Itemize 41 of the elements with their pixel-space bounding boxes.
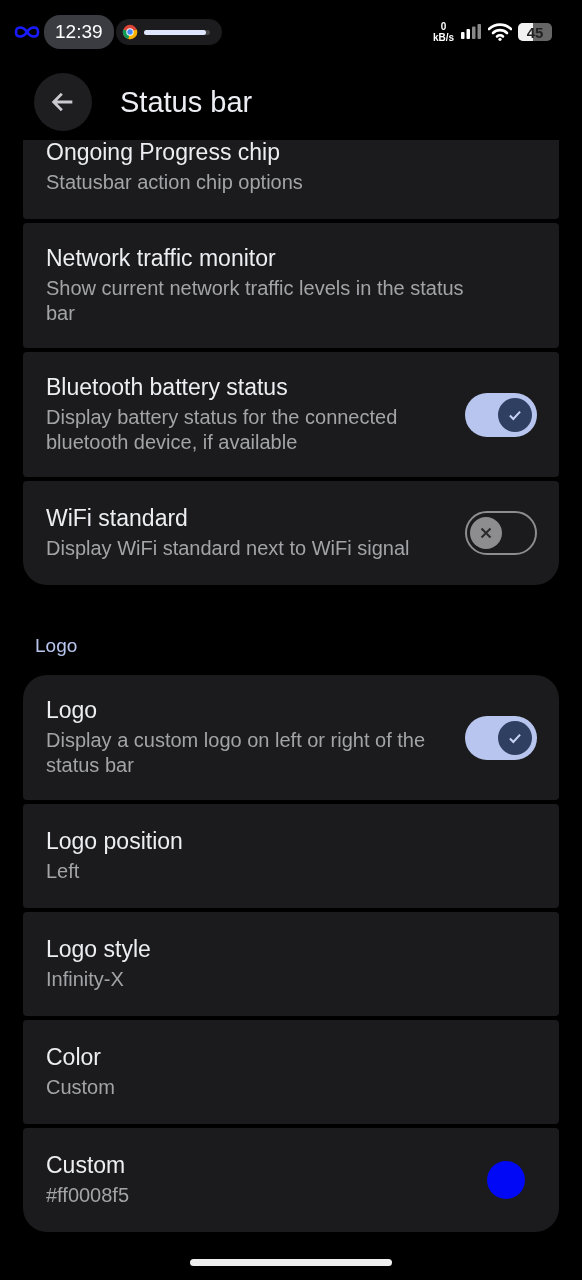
color-swatch[interactable] bbox=[487, 1161, 525, 1199]
setting-row[interactable]: Color Custom bbox=[23, 1020, 559, 1124]
section-heading: Logo bbox=[34, 634, 79, 658]
setting-summary: Custom bbox=[46, 1075, 116, 1100]
setting-title: Custom bbox=[46, 1152, 127, 1179]
progress-chip[interactable] bbox=[115, 19, 222, 45]
net-speed-value: 0 bbox=[440, 21, 447, 32]
setting-summary: Statusbar action chip options bbox=[46, 170, 304, 195]
setting-summary: #ff0008f5 bbox=[46, 1183, 131, 1208]
toggle-switch[interactable] bbox=[465, 392, 537, 437]
wifi-icon bbox=[488, 23, 512, 41]
toggle-switch[interactable] bbox=[465, 511, 537, 555]
setting-row[interactable]: Logo style Infinity-X bbox=[23, 912, 559, 1016]
setting-row[interactable]: Logo Display a custom logo on left or right of the status bar bbox=[23, 675, 559, 800]
browser-icon bbox=[121, 24, 138, 40]
setting-row[interactable]: Custom #ff0008f5 bbox=[23, 1128, 559, 1232]
setting-row[interactable]: Bluetooth battery status Display battery status for the connected bluetooth device, if available bbox=[23, 352, 559, 477]
setting-summary: Display a custom logo on left or right of the status bar bbox=[46, 728, 427, 778]
setting-title: Color bbox=[46, 1044, 102, 1071]
setting-row[interactable]: Network traffic monitor Show current network traffic levels in the status bar bbox=[23, 223, 559, 348]
setting-title: Logo position bbox=[46, 828, 184, 855]
setting-summary: Display battery status for the connected bluetooth device, if available bbox=[46, 405, 399, 455]
setting-title: Logo style bbox=[46, 936, 152, 963]
setting-summary: Display WiFi standard next to WiFi signal bbox=[46, 536, 411, 561]
setting-title: WiFi standard bbox=[46, 505, 189, 532]
setting-row[interactable]: WiFi standard Display WiFi standard next to WiFi signal bbox=[23, 481, 559, 585]
setting-summary: Left bbox=[46, 859, 81, 884]
setting-title: Network traffic monitor bbox=[46, 245, 277, 272]
setting-title: Ongoing Progress chip bbox=[46, 140, 281, 166]
setting-summary: Show current network traffic levels in the status bar bbox=[46, 276, 465, 326]
signal-icon bbox=[460, 24, 482, 40]
clock: 12:39 bbox=[44, 15, 114, 49]
setting-title: Bluetooth battery status bbox=[46, 374, 289, 401]
infinity-icon bbox=[12, 25, 42, 39]
setting-row[interactable]: Ongoing Progress chip Statusbar action chip options bbox=[23, 140, 559, 219]
setting-summary: Infinity-X bbox=[46, 967, 125, 992]
toggle-switch[interactable] bbox=[465, 715, 537, 760]
page-title: Status bar bbox=[120, 85, 253, 119]
net-speed-unit: kB/s bbox=[432, 32, 454, 43]
setting-row[interactable]: Logo position Left bbox=[23, 804, 559, 908]
setting-title: Logo bbox=[46, 697, 99, 724]
